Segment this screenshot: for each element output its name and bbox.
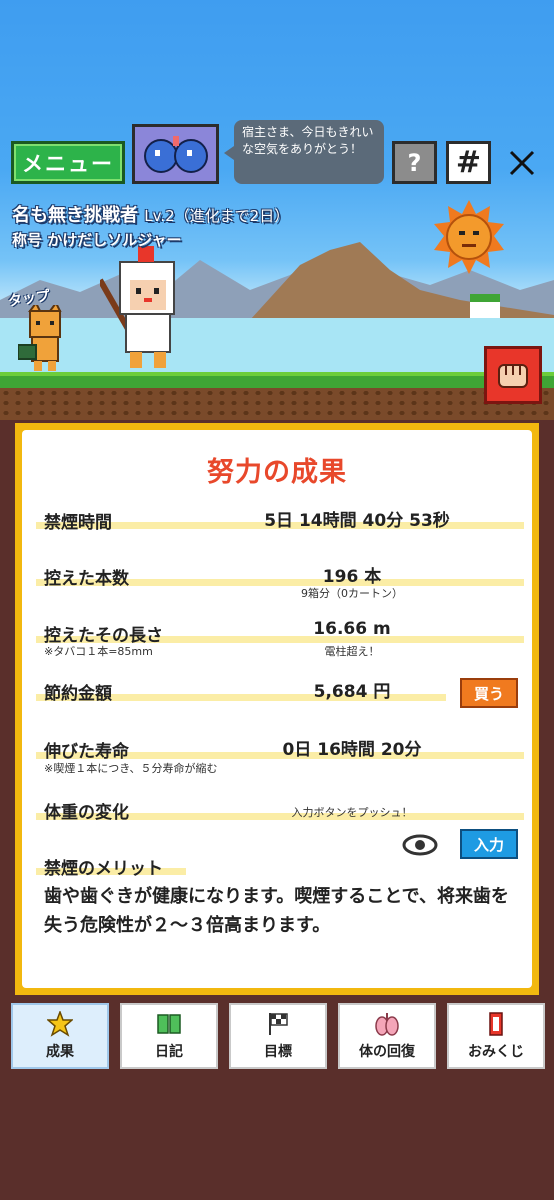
nav-omikuji[interactable]: おみくじ (447, 1003, 545, 1069)
x-logo-icon (509, 150, 535, 175)
card-title: 努力の成果 (207, 457, 347, 488)
quit-time-value: 5日 14時間 40分 53秒 (264, 511, 450, 531)
weight-change-label: 体重の変化 (44, 803, 129, 823)
lake (0, 318, 554, 372)
flag-icon (265, 1011, 291, 1037)
life-extended-value: 0日 16時間 20分 (282, 740, 422, 760)
length-value: 16.66 m (313, 619, 391, 639)
results-card-body: 努力の成果 禁煙時間 5日 14時間 40分 53秒 控えた本数 196 本 9… (22, 430, 532, 988)
cigarettes-avoided-label: 控えた本数 (44, 569, 129, 589)
packs-equivalent: 9箱分（0カートン） (301, 587, 403, 600)
player-level: Lv.2（進化まで2日） (144, 207, 290, 225)
grass-strip (0, 372, 554, 388)
player-title: 称号 かけだしソルジャー (12, 231, 182, 249)
money-saved-label: 節約金額 (44, 684, 112, 704)
player-name: 名も無き挑戦者 Lv.2（進化まで2日） (12, 201, 289, 227)
quit-time-label: 禁煙時間 (44, 513, 112, 533)
length-note: ※タバコ１本=85mm (44, 645, 153, 658)
dirt-strip (0, 388, 554, 420)
book-icon (156, 1011, 182, 1037)
nav-diary[interactable]: 日記 (120, 1003, 218, 1069)
merit-text: 歯や歯ぐきが健康になります。喫煙することで、将来歯を失う危険性が２〜３倍高まりま… (44, 886, 509, 936)
nav-goals[interactable]: 目標 (229, 1003, 327, 1069)
sun-icon (434, 200, 504, 274)
merit-label: 禁煙のメリット (44, 859, 163, 879)
cat-character[interactable] (18, 305, 78, 373)
life-extended-note: ※喫煙１本につき、５分寿命が縮む (44, 762, 218, 775)
lungs-icon (374, 1011, 400, 1037)
nav-body-recovery[interactable]: 体の回復 (338, 1003, 436, 1069)
player-name-text: 名も無き挑戦者 (12, 205, 138, 226)
weight-change-hint: 入力ボタンをプッシュ！ (291, 806, 413, 819)
x-share-button[interactable] (500, 141, 544, 184)
input-button[interactable]: 入力 (460, 829, 518, 859)
money-saved-value: 5,684 円 (313, 682, 391, 702)
fist-icon (498, 364, 528, 388)
nav-label: 日記 (155, 1044, 183, 1060)
eye-icon[interactable] (402, 834, 438, 856)
nav-label: おみくじ (468, 1044, 524, 1060)
star-icon (47, 1011, 73, 1037)
menu-button[interactable]: メニュー (11, 141, 125, 184)
life-extended-label: 伸びた寿命 (44, 742, 129, 762)
hashtag-button[interactable]: # (446, 141, 491, 184)
help-button[interactable]: ? (392, 141, 437, 184)
cigarettes-avoided-value: 196 本 (322, 567, 382, 587)
punch-button[interactable] (484, 346, 542, 404)
nav-label: 目標 (264, 1044, 292, 1060)
length-comparison: 電柱超え！ (324, 645, 380, 658)
blue-creature-icon (143, 136, 208, 173)
buy-button[interactable]: 買う (460, 678, 518, 708)
nav-label: 成果 (46, 1044, 74, 1060)
nav-label: 体の回復 (359, 1044, 415, 1060)
results-card: 努力の成果 禁煙時間 5日 14時間 40分 53秒 控えた本数 196 本 9… (15, 423, 539, 995)
omikuji-icon (483, 1011, 509, 1037)
speech-bubble: 宿主さま、今日もきれいな空気をありがとう！ (224, 120, 384, 184)
pet-avatar-box[interactable] (132, 124, 219, 184)
chicken-hero-character[interactable] (100, 240, 192, 375)
nav-results[interactable]: 成果 (11, 1003, 109, 1069)
